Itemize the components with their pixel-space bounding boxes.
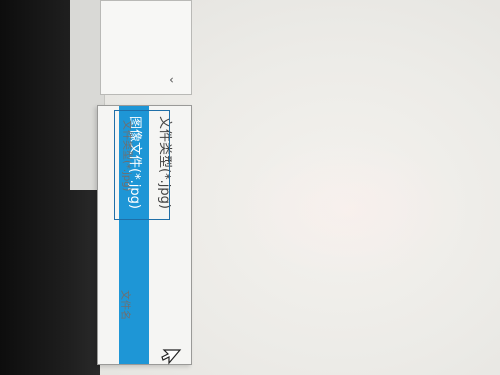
file-name-label: 文件名 <box>119 290 130 320</box>
screen-photo: ⌄ 文件类型(*.jpg) 图像文件(*.jpg) 文件类型(*.jpg) 文件… <box>0 0 500 375</box>
chevron-down-icon[interactable]: ⌄ <box>167 73 181 87</box>
file-type-combobox[interactable]: ⌄ <box>100 0 192 95</box>
file-type-label: 文件类型(*.jpg) <box>121 120 132 192</box>
rotated-dialog-content: ⌄ 文件类型(*.jpg) 图像文件(*.jpg) 文件类型(*.jpg) 文件… <box>0 0 500 375</box>
mouse-cursor-icon <box>161 349 182 365</box>
